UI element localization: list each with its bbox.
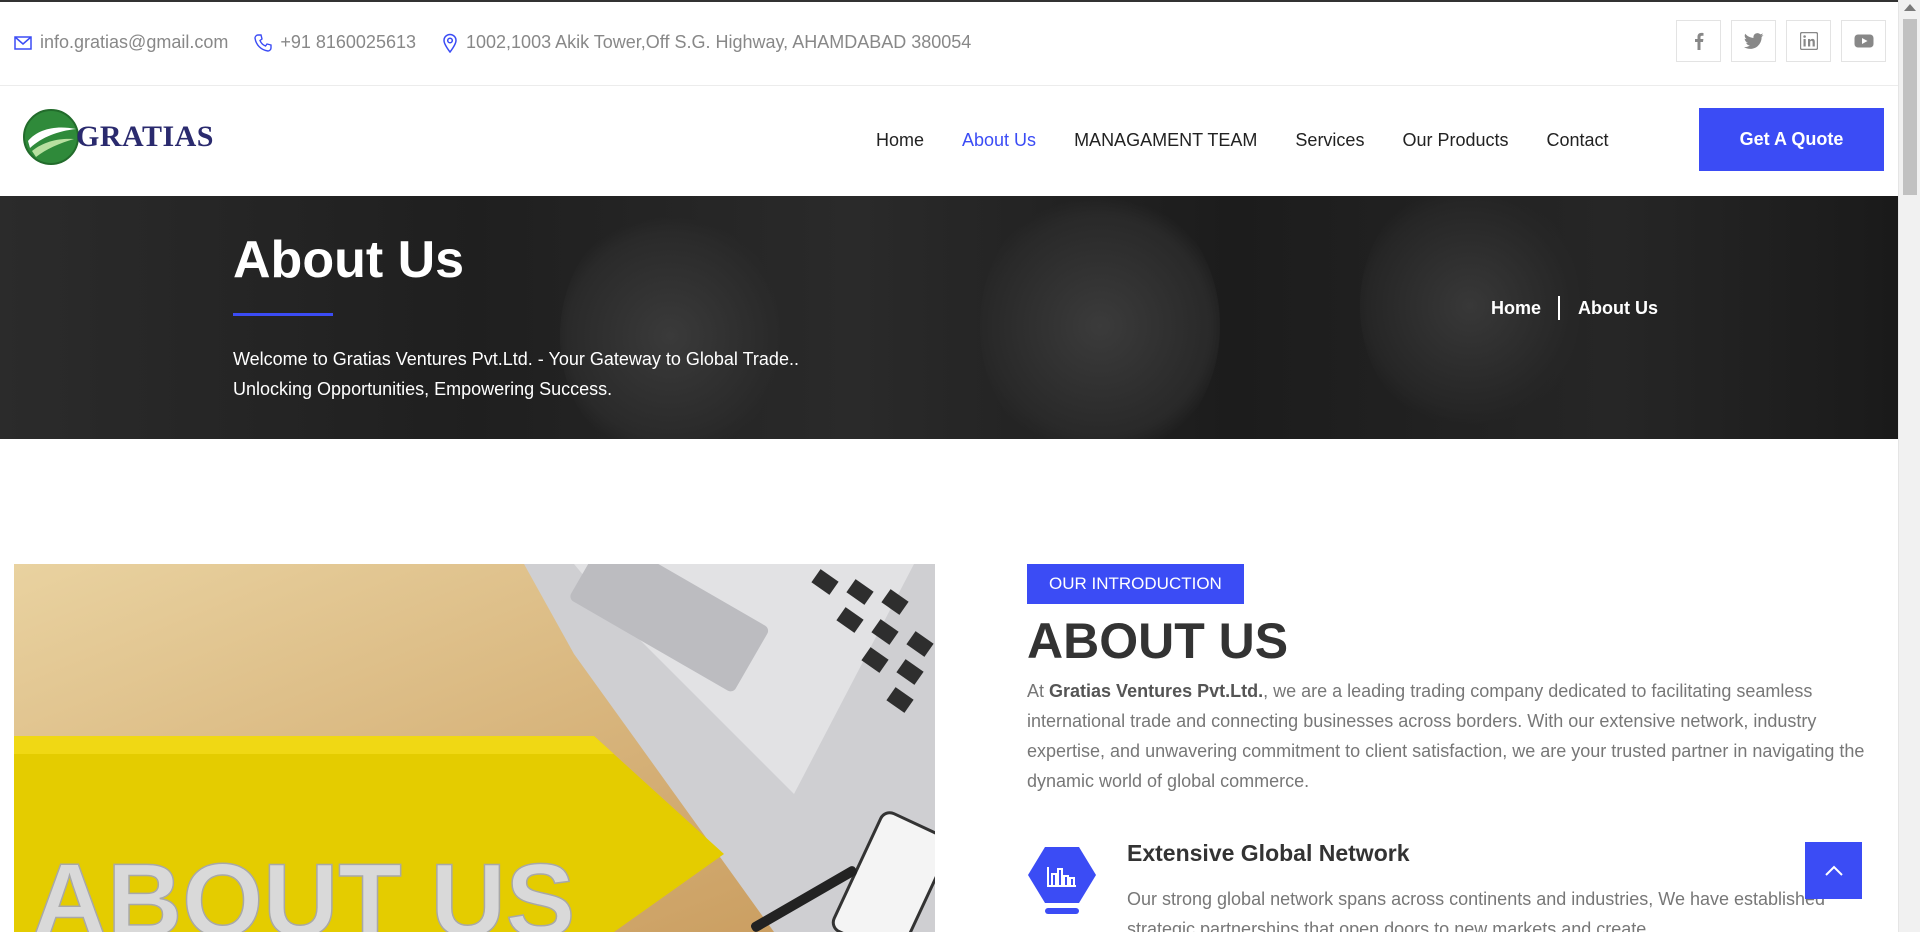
page-title: About Us (233, 231, 465, 289)
nav-item-management-team[interactable]: MANAGAMENT TEAM (1074, 130, 1257, 151)
facebook-button[interactable] (1676, 20, 1721, 62)
phone-contact[interactable]: +91 8160025613 (254, 32, 416, 53)
social-links (1666, 20, 1886, 62)
linkedin-icon (1799, 32, 1818, 50)
email-contact[interactable]: info.gratias@gmail.com (14, 32, 228, 53)
phone-text: +91 8160025613 (280, 32, 416, 52)
back-to-top-button[interactable] (1805, 842, 1862, 899)
about-heading: ABOUT US (1027, 613, 1289, 669)
contact-info: info.gratias@gmail.com +91 8160025613 10… (14, 32, 997, 53)
nav-item-home[interactable]: Home (876, 130, 924, 151)
para-prefix: At (1027, 681, 1050, 701)
mail-icon (14, 35, 32, 50)
youtube-icon (1854, 34, 1873, 48)
hero-subtitle-line2: Unlocking Opportunities, Empowering Succ… (233, 379, 613, 399)
nav-menu: Home About Us MANAGAMENT TEAM Services O… (876, 130, 1647, 151)
breadcrumb: Home About Us (1491, 296, 1658, 320)
about-intro-section: OUR INTRODUCTION ABOUT US At Gratias Ven… (1027, 564, 1887, 796)
linkedin-button[interactable] (1786, 20, 1831, 62)
breadcrumb-current: About Us (1578, 297, 1659, 318)
top-bar: info.gratias@gmail.com +91 8160025613 10… (0, 0, 1898, 86)
company-name: Gratias Ventures Pvt.Ltd. (1049, 681, 1264, 701)
logo-text: GRATIAS (76, 120, 214, 153)
feature-description: Our strong global network spans across c… (1127, 889, 1826, 932)
get-a-quote-button[interactable]: Get A Quote (1699, 108, 1884, 171)
email-text: info.gratias@gmail.com (40, 32, 229, 52)
feature-title: Extensive Global Network (1127, 840, 1410, 866)
phone-icon (254, 33, 273, 52)
address-contact: 1002,1003 Akik Tower,Off S.G. Highway, A… (442, 32, 971, 53)
title-underline (233, 313, 333, 316)
location-pin-icon (443, 33, 457, 53)
nav-item-our-products[interactable]: Our Products (1402, 130, 1508, 151)
about-us-illustration: ABOUT US (14, 564, 935, 932)
breadcrumb-home[interactable]: Home (1491, 298, 1541, 319)
facebook-icon (1694, 32, 1703, 50)
youtube-button[interactable] (1841, 20, 1886, 62)
site-logo[interactable]: GRATIAS (22, 108, 214, 166)
gratias-logo-icon (23, 109, 79, 165)
nav-item-services[interactable]: Services (1295, 130, 1364, 151)
hero-subtitle: Welcome to Gratias Ventures Pvt.Ltd. - Y… (233, 344, 873, 404)
hero-subtitle-line1: Welcome to Gratias Ventures Pvt.Ltd. - Y… (233, 349, 799, 369)
page-hero-banner: About Us Welcome to Gratias Ventures Pvt… (0, 196, 1898, 439)
nav-item-contact[interactable]: Contact (1547, 130, 1609, 151)
scrollbar-thumb[interactable] (1903, 19, 1917, 195)
bar-chart-icon (1028, 847, 1096, 914)
hero-background-figure (560, 206, 780, 439)
twitter-icon (1743, 33, 1763, 49)
address-text: 1002,1003 Akik Tower,Off S.G. Highway, A… (466, 32, 972, 52)
page-scrollbar[interactable] (1898, 0, 1920, 932)
breadcrumb-separator (1558, 296, 1561, 320)
scroll-up-arrow-icon[interactable] (1904, 4, 1916, 11)
main-navbar: GRATIAS Home About Us MANAGAMENT TEAM Se… (0, 86, 1898, 196)
twitter-button[interactable] (1731, 20, 1776, 62)
section-tag: OUR INTRODUCTION (1027, 564, 1244, 604)
nav-item-about-us[interactable]: About Us (962, 130, 1036, 151)
hero-background-figure (980, 196, 1220, 439)
about-paragraph: At Gratias Ventures Pvt.Ltd., we are a l… (1027, 676, 1887, 796)
about-us-image: ABOUT US (14, 564, 935, 932)
chevron-up-icon (1824, 865, 1843, 876)
image-caption-text: ABOUT US (32, 843, 575, 932)
